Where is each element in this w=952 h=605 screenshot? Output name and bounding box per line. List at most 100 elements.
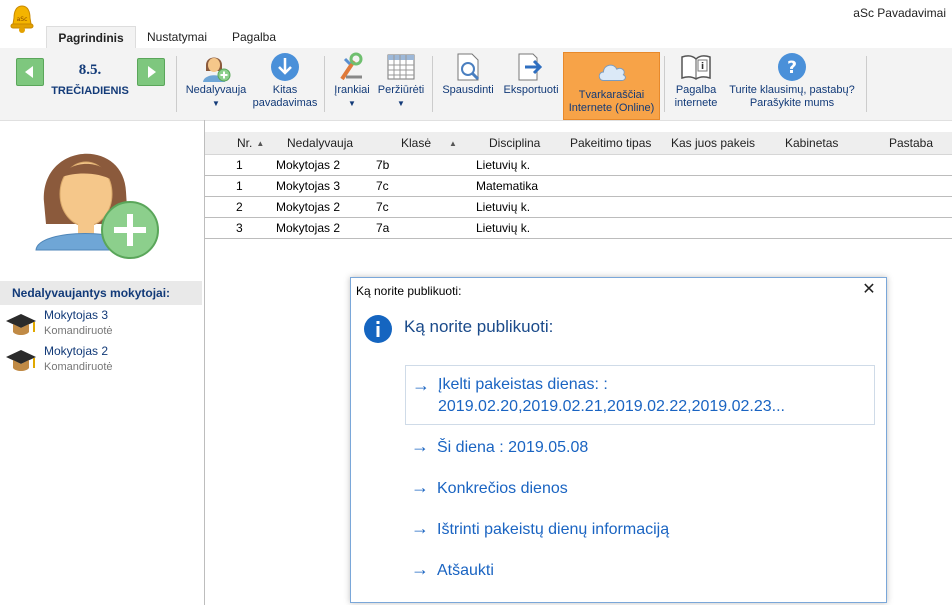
cloud-icon — [595, 55, 629, 89]
option-text: Konkrečios dienos — [437, 480, 568, 497]
help-online-label: Pagalba internete — [674, 84, 718, 109]
sort-asc-icon: ▲ — [256, 139, 265, 148]
info-icon — [364, 315, 392, 343]
option-text: Ši diena : 2019.05.08 — [437, 439, 589, 456]
absent-teacher-status: Komandiruotė — [44, 361, 113, 373]
cell-teacher: Mokytojas 2 — [276, 200, 341, 214]
teacher-avatar-icon — [32, 132, 164, 262]
ribbon-separator — [664, 56, 665, 112]
absent-teacher-item[interactable]: Mokytojas 2 Komandiruotė — [4, 344, 200, 378]
next-day-button[interactable] — [137, 58, 165, 86]
cell-nr: 1 — [236, 158, 243, 172]
tab-main[interactable]: Pagrindinis — [46, 26, 136, 49]
absent-teacher-name: Mokytojas 2 — [44, 344, 109, 358]
arrow-left-icon — [25, 66, 33, 78]
table-row[interactable]: 1 Mokytojas 2 7b Lietuvių k. — [205, 155, 952, 176]
dropdown-arrow-icon: ▼ — [348, 99, 356, 108]
upload-changed-days-option[interactable]: → Įkelti pakeistas dienas: : 2019.02.20,… — [405, 365, 875, 425]
ribbon-separator — [324, 56, 325, 112]
dropdown-arrow-icon: ▼ — [212, 99, 220, 108]
graduation-cap-icon — [6, 314, 36, 335]
option-line: 2019.02.20,2019.02.21,2019.02.22,2019.02… — [438, 398, 785, 415]
table-row[interactable]: 3 Mokytojas 2 7a Lietuvių k. — [205, 218, 952, 239]
timetable-grid-icon — [384, 50, 418, 84]
specific-days-option[interactable]: → Konkrečios dienos — [405, 477, 875, 503]
online-timetables-label: Tvarkaraščiai Internete (Online) — [568, 89, 655, 114]
tools-icon — [335, 50, 369, 84]
tools-button[interactable]: Įrankiai ▼ — [328, 50, 376, 110]
cell-subject: Lietuvių k. — [476, 221, 531, 235]
arrow-right-icon: → — [411, 518, 429, 538]
tools-label: Įrankiai — [334, 84, 370, 96]
cell-subject: Lietuvių k. — [476, 158, 531, 172]
arrow-right-icon: → — [412, 375, 430, 395]
other-substitute-button[interactable]: Kitas pavadavimas — [250, 50, 320, 110]
column-header-replacement[interactable]: Kas juos pakeis — [671, 132, 755, 154]
view-label: Peržiūrėti — [377, 84, 425, 96]
help-book-icon: i — [679, 50, 713, 84]
dialog-heading: Ką norite publikuoti: — [404, 317, 554, 336]
svg-text:aSc: aSc — [17, 16, 28, 23]
option-text: Ištrinti pakeistų dienų informaciją — [437, 521, 670, 538]
cell-teacher: Mokytojas 2 — [276, 158, 341, 172]
table-header: Nr. ▲ Nedalyvauja Klasė ▲ Disciplina Pakei… — [205, 132, 952, 155]
absent-teacher-status: Komandiruotė — [44, 325, 113, 337]
option-line: Įkelti pakeistas dienas: : — [438, 376, 608, 393]
delete-changed-days-option[interactable]: → Ištrinti pakeistų dienų informaciją — [405, 518, 875, 544]
dropdown-arrow-icon: ▼ — [397, 99, 405, 108]
cell-nr: 1 — [236, 179, 243, 193]
ribbon-separator — [176, 56, 177, 112]
feedback-label: Turite klausimų, pastabų? Parašykite mum… — [729, 84, 855, 109]
column-header-absent[interactable]: Nedalyvauja — [287, 132, 353, 154]
cancel-option[interactable]: → Atšaukti — [405, 559, 875, 585]
graduation-cap-icon — [6, 350, 36, 371]
view-button[interactable]: Peržiūrėti ▼ — [376, 50, 426, 110]
arrow-right-icon: → — [411, 559, 429, 579]
this-day-option[interactable]: → Ši diena : 2019.05.08 — [405, 436, 875, 462]
title-bar — [0, 0, 952, 28]
cell-class: 7a — [376, 221, 390, 235]
sort-asc-icon: ▲ — [449, 139, 457, 148]
arrow-right-icon: → — [411, 436, 429, 456]
export-button[interactable]: Eksportuoti — [498, 50, 564, 97]
absent-teachers-header: Nedalyvaujantys mokytojai: — [0, 281, 202, 305]
day-name: TREČIADIENIS — [51, 85, 129, 97]
ribbon-separator — [432, 56, 433, 112]
other-substitute-label: Kitas pavadavimas — [252, 84, 318, 109]
publish-dialog: Ką norite publikuoti: ✕ Ką norite publik… — [350, 277, 887, 603]
absent-teacher-name: Mokytojas 3 — [44, 308, 109, 322]
dialog-caption: Ką norite publikuoti: — [356, 284, 462, 298]
column-header-note[interactable]: Pastaba — [889, 132, 933, 154]
column-header-class[interactable]: Klasė ▲ — [401, 132, 457, 154]
online-timetables-button[interactable]: Tvarkaraščiai Internete (Online) — [563, 52, 660, 120]
cell-nr: 2 — [236, 200, 243, 214]
day-number: 8.5. — [78, 62, 102, 78]
svg-text:?: ? — [787, 58, 797, 78]
svg-text:i: i — [701, 62, 704, 72]
prev-day-button[interactable] — [16, 58, 44, 86]
tab-help[interactable]: Pagalba — [222, 26, 286, 48]
column-header-change-type[interactable]: Pakeitimo tipas — [570, 132, 651, 154]
table-row[interactable]: 2 Mokytojas 2 7c Lietuvių k. — [205, 197, 952, 218]
column-header-nr[interactable]: Nr. ▲ — [237, 132, 264, 154]
table-row[interactable]: 1 Mokytojas 3 7c Matematika — [205, 176, 952, 197]
export-label: Eksportuoti — [503, 84, 559, 96]
cell-class: 7c — [376, 200, 389, 214]
print-button[interactable]: Spausdinti — [436, 50, 500, 97]
column-header-subject[interactable]: Disciplina — [489, 132, 540, 154]
cell-teacher: Mokytojas 2 — [276, 221, 341, 235]
cell-teacher: Mokytojas 3 — [276, 179, 341, 193]
cell-subject: Matematika — [476, 179, 539, 193]
column-header-room[interactable]: Kabinetas — [785, 132, 838, 154]
close-icon[interactable]: ✕ — [860, 281, 878, 299]
absent-teacher-item[interactable]: Mokytojas 3 Komandiruotė — [4, 308, 200, 342]
question-circle-icon: ? — [775, 50, 809, 84]
option-text: Atšaukti — [437, 562, 494, 579]
help-online-button[interactable]: i Pagalba internete — [668, 50, 724, 110]
bell-icon[interactable]: aSc — [8, 4, 36, 34]
absent-button[interactable]: Nedalyvauja ▼ — [182, 50, 250, 110]
feedback-button[interactable]: ? Turite klausimų, pastabų? Parašykite m… — [722, 50, 862, 110]
absent-label: Nedalyvauja — [185, 84, 247, 96]
tab-settings[interactable]: Nustatymai — [140, 26, 214, 48]
cell-class: 7b — [376, 158, 390, 172]
